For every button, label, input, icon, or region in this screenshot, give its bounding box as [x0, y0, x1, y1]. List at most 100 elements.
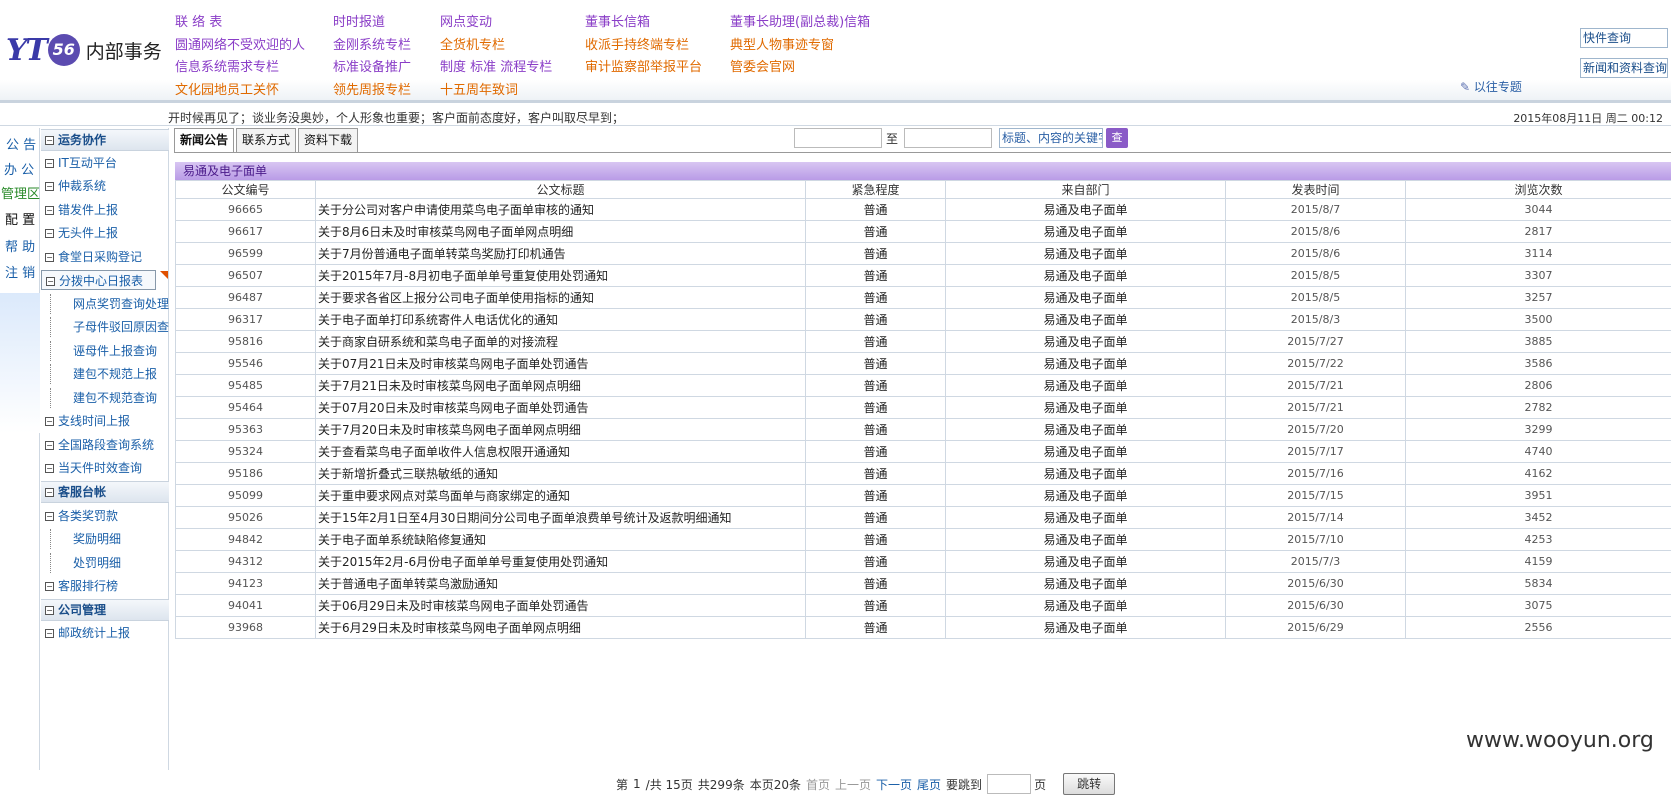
- nav-link[interactable]: 时时报道: [333, 11, 385, 30]
- view-count-cell: 3307: [1406, 265, 1671, 287]
- doc-title-cell[interactable]: 关于7月20日未及时审核菜鸟网电子面单网点明细: [316, 419, 806, 441]
- submenu-item[interactable]: 子母件驳回原因查: [50, 317, 169, 337]
- menu-item[interactable]: −当天件时效查询: [41, 458, 142, 478]
- left-tab-admin[interactable]: 管理区: [1, 183, 41, 202]
- menu-item[interactable]: −邮政统计上报: [41, 623, 130, 643]
- doc-title-cell[interactable]: 关于重申要求网点对菜鸟面单与商家绑定的通知: [316, 485, 806, 507]
- urgency-cell: 普通: [806, 529, 946, 551]
- submenu-item[interactable]: 诬母件上报查询: [50, 341, 157, 361]
- tab-news[interactable]: 新闻公告: [174, 128, 234, 152]
- left-tab-help[interactable]: 帮 助: [5, 236, 45, 255]
- doc-title-cell[interactable]: 关于商家自研系统和菜鸟电子面单的对接流程: [316, 331, 806, 353]
- left-tab-config[interactable]: 配 置: [5, 209, 45, 228]
- menu-item-active[interactable]: −分拨中心日报表: [41, 270, 156, 290]
- publish-date-cell: 2015/7/16: [1226, 463, 1406, 485]
- view-count-cell: 2806: [1406, 375, 1671, 397]
- menu-section[interactable]: −客服台帐: [41, 481, 169, 503]
- doc-title-cell[interactable]: 关于7月21日未及时审核菜鸟网电子面单网点明细: [316, 375, 806, 397]
- doc-title-cell[interactable]: 关于分公司对客户申请使用菜鸟电子面单审核的通知: [316, 199, 806, 221]
- doc-title-cell[interactable]: 关于6月29日未及时审核菜鸟网电子面单网点明细: [316, 617, 806, 639]
- doc-title-cell[interactable]: 关于07月20日未及时审核菜鸟网电子面单处罚通告: [316, 397, 806, 419]
- doc-title-cell[interactable]: 关于2015年2月-6月份电子面单单号重复使用处罚通知: [316, 551, 806, 573]
- submenu-item[interactable]: 处罚明细: [50, 553, 121, 573]
- menu-section[interactable]: −公司管理: [41, 599, 169, 621]
- doc-title-cell[interactable]: 关于新增折叠式三联热敏纸的通知: [316, 463, 806, 485]
- menu-item[interactable]: −全国路段查询系统: [41, 435, 154, 455]
- doc-title-cell[interactable]: 关于普通电子面单转菜鸟激励通知: [316, 573, 806, 595]
- doc-title-cell[interactable]: 关于7月份普通电子面单转菜鸟奖励打印机通告: [316, 243, 806, 265]
- table-row: 96665关于分公司对客户申请使用菜鸟电子面单审核的通知普通易通及电子面单201…: [176, 199, 1671, 221]
- nav-link[interactable]: 全货机专栏: [440, 34, 505, 53]
- menu-item[interactable]: −无头件上报: [41, 223, 118, 243]
- doc-title-cell[interactable]: 关于电子面单系统缺陷修复通知: [316, 529, 806, 551]
- next-page-link[interactable]: 下一页: [876, 776, 912, 793]
- menu-item[interactable]: −各类奖罚款: [41, 506, 118, 526]
- doc-id-cell: 95099: [176, 485, 316, 507]
- doc-id-cell: 96317: [176, 309, 316, 331]
- nav-link[interactable]: 制度 标准 流程专栏: [440, 56, 552, 75]
- date-from-input[interactable]: [794, 128, 882, 148]
- nav-link[interactable]: 金刚系统专栏: [333, 34, 411, 53]
- doc-id-cell: 95324: [176, 441, 316, 463]
- expand-icon: −: [45, 206, 54, 215]
- doc-title-cell[interactable]: 关于要求各省区上报分公司电子面单使用指标的通知: [316, 287, 806, 309]
- doc-title-cell[interactable]: 关于07月21日未及时审核菜鸟网电子面单处罚通告: [316, 353, 806, 375]
- view-count-cell: 3586: [1406, 353, 1671, 375]
- doc-id-cell: 96617: [176, 221, 316, 243]
- left-tab-announce[interactable]: 公 告: [6, 134, 46, 153]
- submenu-item[interactable]: 奖励明细: [50, 529, 121, 549]
- nav-link[interactable]: 审计监察部举报平台: [585, 56, 702, 75]
- left-tab-bar: 公 告 办 公 管理区 配 置 帮 助 注 销: [0, 128, 40, 770]
- jump-page-input[interactable]: [987, 774, 1031, 794]
- old-topics-link[interactable]: ✎ 以往专题: [1460, 78, 1522, 95]
- tab-contacts[interactable]: 联系方式: [236, 128, 296, 152]
- left-tab-logout[interactable]: 注 销: [5, 262, 45, 281]
- menu-item[interactable]: −食堂日采购登记: [41, 247, 142, 267]
- nav-link[interactable]: 收派手持终端专栏: [585, 34, 689, 53]
- view-count-cell: 3075: [1406, 595, 1671, 617]
- date-to-input[interactable]: [904, 128, 992, 148]
- nav-link[interactable]: 网点变动: [440, 11, 492, 30]
- nav-link[interactable]: 领先周报专栏: [333, 79, 411, 98]
- keyword-input[interactable]: 标题、内容的关键字: [999, 128, 1103, 148]
- submenu-item[interactable]: 网点奖罚查询处理: [50, 294, 169, 314]
- table-row: 96487关于要求各省区上报分公司电子面单使用指标的通知普通易通及电子面单201…: [176, 287, 1671, 309]
- prev-page-link[interactable]: 上一页: [835, 776, 871, 793]
- news-query-button[interactable]: 新闻和资料查询: [1580, 58, 1668, 78]
- tab-downloads[interactable]: 资料下载: [298, 128, 358, 152]
- doc-title-cell[interactable]: 关于06月29日未及时审核菜鸟网电子面单处罚通告: [316, 595, 806, 617]
- doc-title-cell[interactable]: 关于电子面单打印系统寄件人电话优化的通知: [316, 309, 806, 331]
- nav-link[interactable]: 董事长助理(副总裁)信箱: [730, 11, 870, 30]
- department-cell: 易通及电子面单: [946, 221, 1226, 243]
- search-button[interactable]: 查: [1106, 128, 1128, 148]
- tab-divider: [174, 152, 1671, 153]
- menu-item[interactable]: −仲裁系统: [41, 176, 106, 196]
- nav-link[interactable]: 董事长信箱: [585, 11, 650, 30]
- submenu-item[interactable]: 建包不规范查询: [50, 388, 157, 408]
- menu-item[interactable]: −IT互动平台: [41, 153, 117, 173]
- quick-query-button[interactable]: 快件查询: [1580, 28, 1668, 48]
- nav-link[interactable]: 圆通网络不受欢迎的人: [175, 34, 305, 53]
- doc-title-cell[interactable]: 关于15年2月1日至4月30日期间分公司电子面单浪费单号统计及返款明细通知: [316, 507, 806, 529]
- jump-button[interactable]: 跳转: [1063, 773, 1115, 795]
- nav-link[interactable]: 联 络 表: [175, 11, 222, 30]
- submenu-item[interactable]: 建包不规范上报: [50, 364, 157, 384]
- left-tab-office[interactable]: 办 公: [4, 159, 44, 178]
- menu-item[interactable]: −错发件上报: [41, 200, 118, 220]
- doc-title-cell[interactable]: 关于2015年7月-8月初电子面单单号重复使用处罚通知: [316, 265, 806, 287]
- menu-item[interactable]: −客服排行榜: [41, 576, 118, 596]
- nav-link[interactable]: 文化园地员工关怀: [175, 79, 279, 98]
- first-page-link[interactable]: 首页: [806, 776, 830, 793]
- menu-section[interactable]: −运务协作: [41, 129, 169, 151]
- table-row: 96599关于7月份普通电子面单转菜鸟奖励打印机通告普通易通及电子面单2015/…: [176, 243, 1671, 265]
- view-count-cell: 3044: [1406, 199, 1671, 221]
- menu-item[interactable]: −支线时间上报: [41, 411, 130, 431]
- nav-link[interactable]: 信息系统需求专栏: [175, 56, 279, 75]
- doc-title-cell[interactable]: 关于8月6日未及时审核菜鸟网电子面单网点明细: [316, 221, 806, 243]
- nav-link[interactable]: 管委会官网: [730, 56, 795, 75]
- nav-link[interactable]: 标准设备推广: [333, 56, 411, 75]
- nav-link[interactable]: 十五周年致词: [440, 79, 518, 98]
- last-page-link[interactable]: 尾页: [917, 776, 941, 793]
- doc-title-cell[interactable]: 关于查看菜鸟电子面单收件人信息权限开通通知: [316, 441, 806, 463]
- nav-link[interactable]: 典型人物事迹专窗: [730, 34, 834, 53]
